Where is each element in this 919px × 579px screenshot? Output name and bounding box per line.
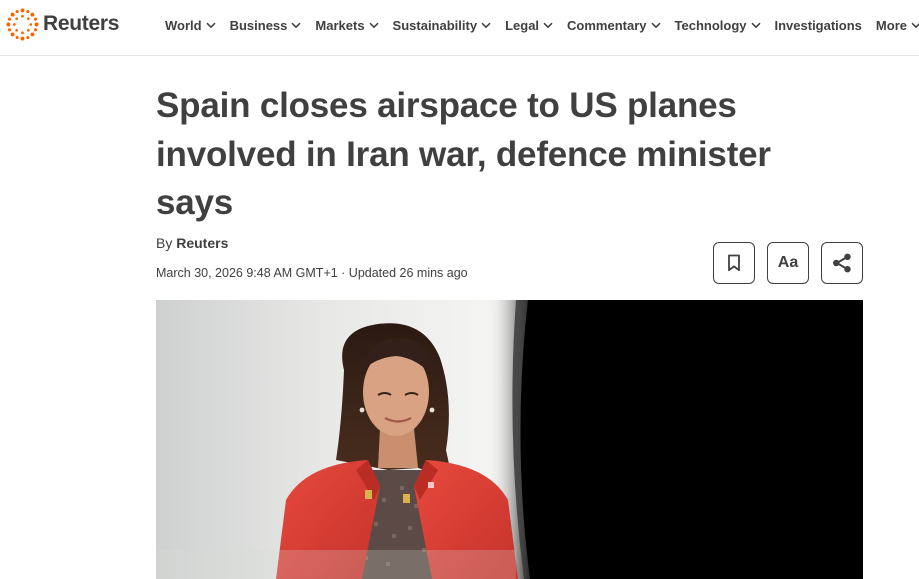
nav-item-commentary[interactable]: Commentary [567, 17, 661, 33]
chevron-down-icon [650, 22, 661, 28]
reuters-dots-logo-icon [6, 7, 39, 41]
chevron-down-icon [911, 22, 919, 28]
bookmark-button[interactable] [713, 242, 755, 284]
author-link[interactable]: Reuters [176, 235, 228, 251]
article-headline: Spain closes airspace to US planes invol… [156, 86, 771, 222]
byline-prefix: By [156, 235, 173, 251]
bookmark-icon [728, 254, 740, 272]
nav-label: World [165, 17, 202, 33]
nav-item-legal[interactable]: Legal [505, 18, 553, 33]
chevron-down-icon [481, 22, 491, 28]
site-header: Reuters World Business Markets Sustainab… [0, 0, 919, 56]
nav-label: Markets [315, 17, 365, 33]
nav-item-technology[interactable]: Technology [675, 18, 761, 33]
nav-label: Technology [674, 17, 747, 33]
article-lead-photo [156, 300, 863, 579]
reuters-logo[interactable]: Reuters [6, 7, 119, 41]
nav-label: Commentary [567, 17, 647, 33]
nav-label: Investigations [774, 17, 862, 33]
chevron-down-icon [206, 22, 216, 28]
nav-label: Legal [505, 17, 540, 33]
nav-item-markets[interactable]: Markets [315, 17, 379, 33]
lead-photo-illustration [156, 300, 863, 579]
chevron-down-icon [543, 22, 553, 28]
nav-item-more[interactable]: More [876, 18, 919, 33]
nav-item-investigations[interactable]: Investigations [775, 18, 862, 33]
nav-label: More [875, 17, 907, 33]
nav-item-business[interactable]: Business [230, 18, 302, 33]
chevron-down-icon [291, 22, 301, 28]
nav-label: Sustainability [392, 17, 478, 33]
main-nav: World Business Markets Sustainability Le… [165, 15, 919, 35]
byline: By Reuters [156, 235, 228, 251]
article-dateline: March 30, 2026 9:48 AM GMT+1 · Updated 2… [156, 266, 468, 280]
font-size-label: Aa [777, 254, 799, 271]
share-button[interactable] [821, 242, 863, 284]
logo-wordmark: Reuters [43, 12, 120, 35]
nav-label: Business [229, 17, 288, 33]
chevron-down-icon [369, 22, 379, 28]
nav-item-world[interactable]: World [165, 18, 216, 33]
share-icon [833, 253, 851, 273]
chevron-down-icon [750, 22, 761, 28]
nav-item-sustainability[interactable]: Sustainability [393, 18, 492, 33]
font-size-button[interactable]: Aa [767, 242, 809, 284]
